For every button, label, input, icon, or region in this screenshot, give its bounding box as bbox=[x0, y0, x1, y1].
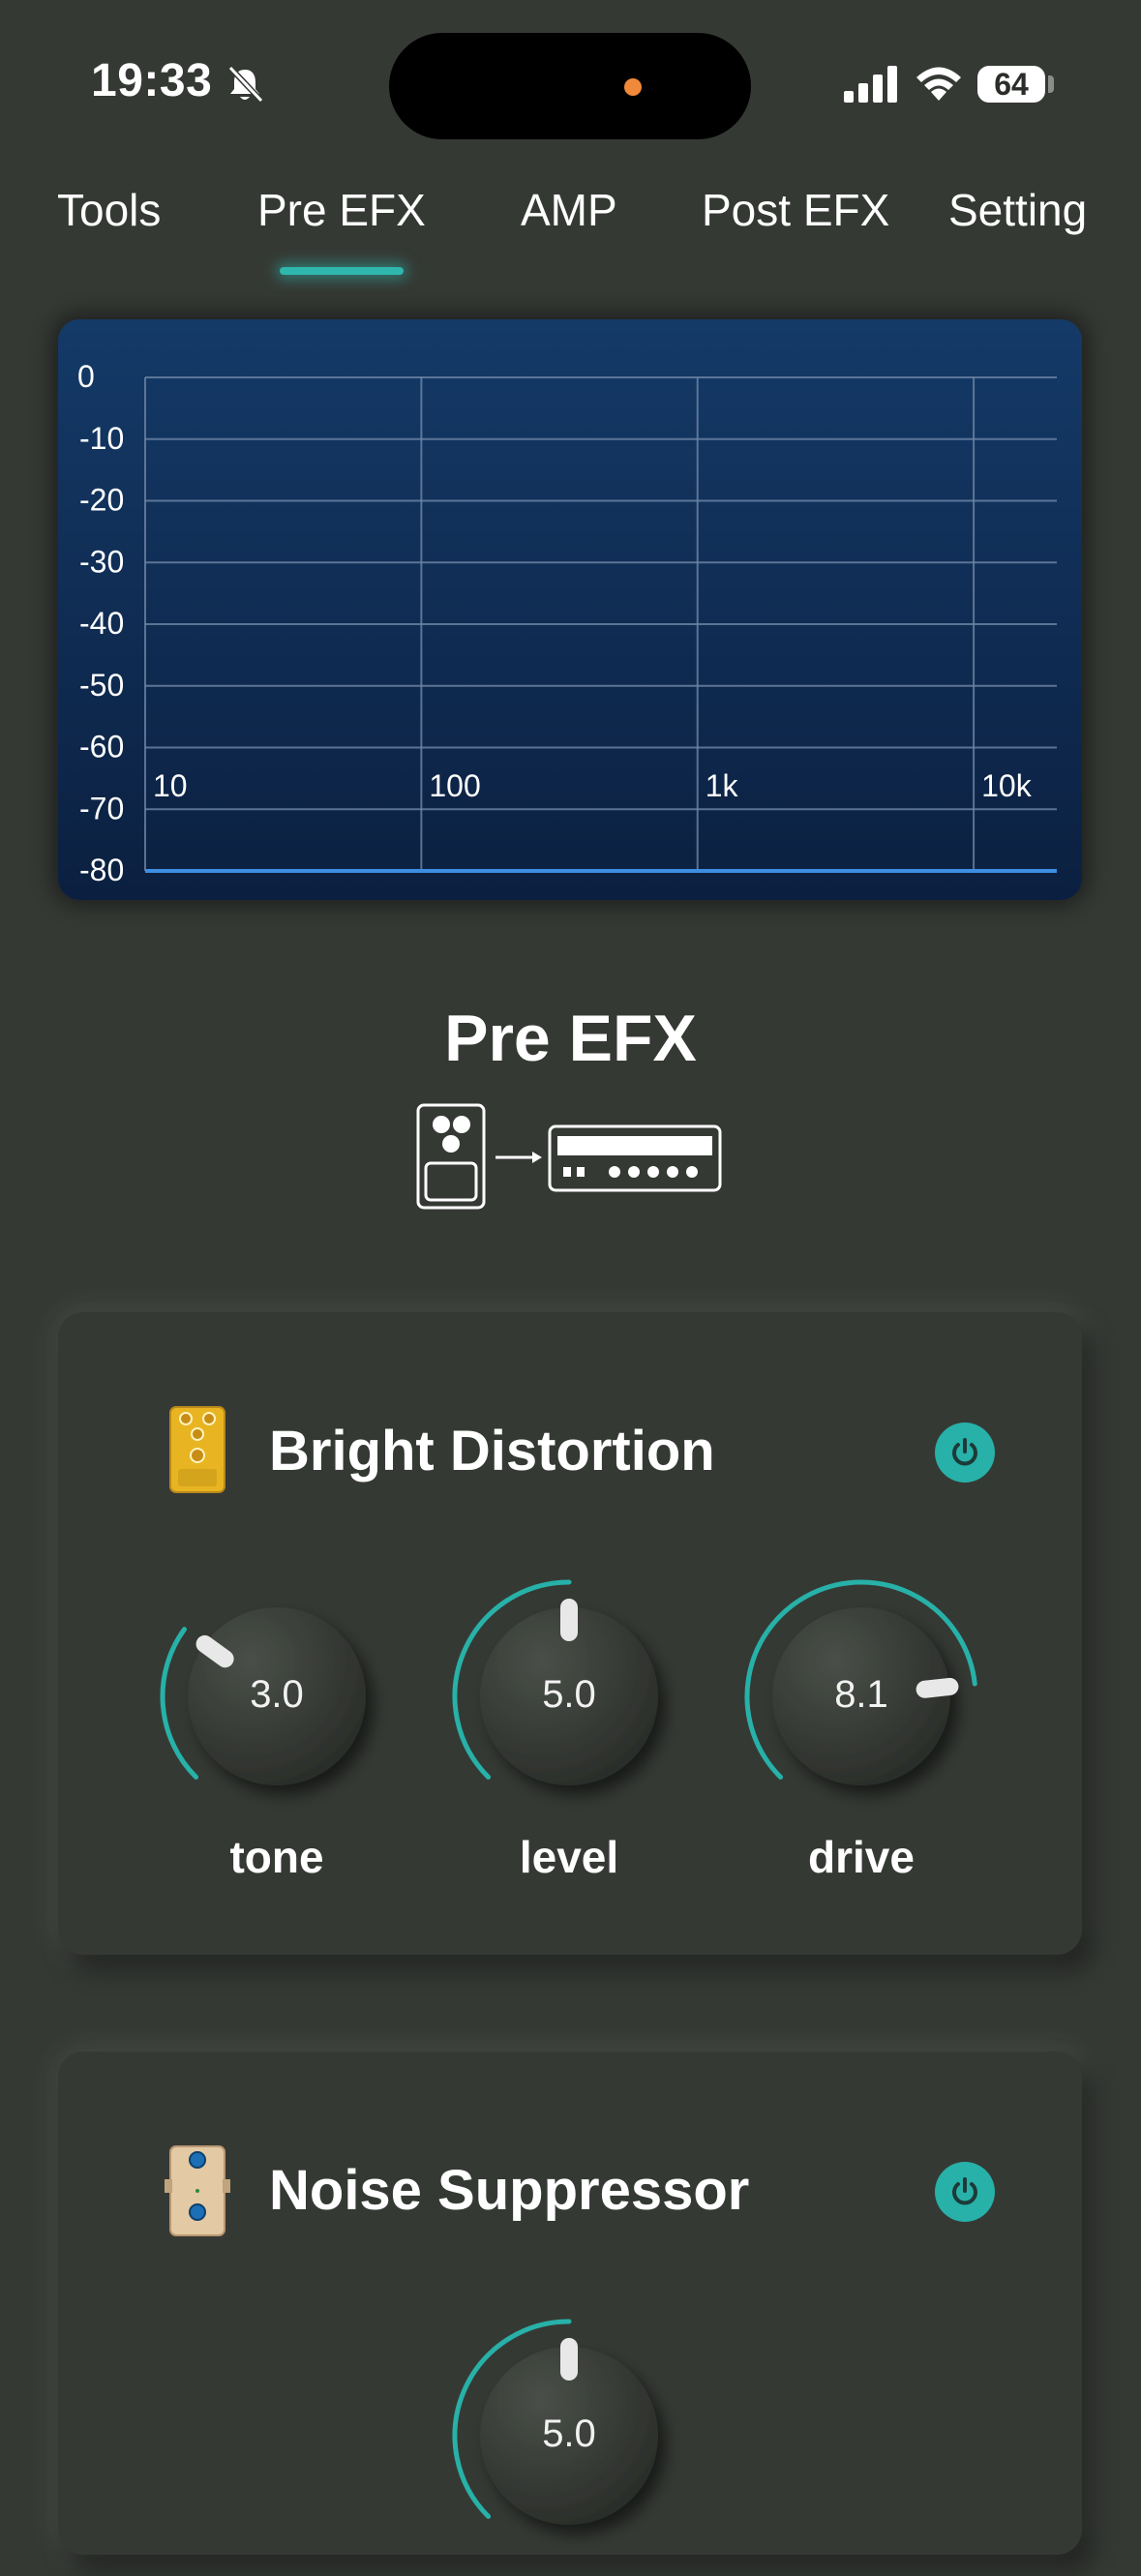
power-icon bbox=[952, 1438, 977, 1466]
y-tick-label: 0 bbox=[77, 359, 95, 394]
knob-value: 5.0 bbox=[542, 1673, 596, 1716]
wifi-icon bbox=[914, 62, 964, 107]
signal-bars-icon bbox=[844, 66, 898, 107]
beige-pedal-icon bbox=[163, 2144, 232, 2242]
effect-card-noise-suppressor: Noise Suppressor 5.0 bbox=[58, 2052, 1082, 2555]
effect-name: Noise Suppressor bbox=[269, 2159, 750, 2222]
x-tick-label: 1k bbox=[706, 768, 739, 803]
active-tab-indicator bbox=[280, 267, 404, 275]
knob-pointer bbox=[195, 1634, 234, 1668]
chart-svg: 0 -10 -20 -30 -40 -50 -60 -70 -80 10 100 1k 10k bbox=[77, 359, 1057, 887]
dynamic-island bbox=[389, 33, 751, 139]
x-tick-label: 10k bbox=[981, 768, 1033, 803]
arrow-right-icon bbox=[495, 1152, 542, 1163]
knob-value: 8.1 bbox=[834, 1673, 888, 1716]
y-tick-label: -30 bbox=[79, 544, 124, 579]
battery-tip bbox=[1048, 75, 1054, 93]
y-tick-label: -40 bbox=[79, 606, 124, 641]
x-tick-label: 10 bbox=[153, 768, 188, 803]
knob-label-level: level bbox=[519, 1832, 619, 1882]
knob-label-drive: drive bbox=[808, 1832, 915, 1882]
yellow-pedal-icon bbox=[166, 1405, 228, 1499]
amp-head-icon bbox=[548, 1124, 722, 1192]
tab-amp[interactable]: AMP bbox=[521, 184, 617, 236]
y-tick-label: -80 bbox=[79, 853, 124, 887]
signal-chain-diagram bbox=[416, 1103, 726, 1216]
knob-drive[interactable]: 8.1 bbox=[726, 1561, 997, 1837]
tab-post-efx[interactable]: Post EFX bbox=[702, 184, 889, 236]
status-time: 19:33 bbox=[91, 55, 213, 106]
eq-response-chart: 0 -10 -20 -30 -40 -50 -60 -70 -80 10 100 1k 10k bbox=[58, 319, 1082, 900]
knob-tone[interactable]: 3.0 bbox=[141, 1561, 412, 1837]
power-toggle-button[interactable] bbox=[935, 1423, 995, 1483]
knob-threshold[interactable]: 5.0 bbox=[434, 2300, 705, 2576]
tab-pre-efx[interactable]: Pre EFX bbox=[257, 184, 426, 236]
x-tick-label: 100 bbox=[429, 768, 480, 803]
tab-tools[interactable]: Tools bbox=[57, 184, 161, 236]
knob-value: 3.0 bbox=[250, 1673, 304, 1716]
power-icon bbox=[952, 2177, 977, 2205]
y-tick-label: -20 bbox=[79, 483, 124, 518]
privacy-indicator-dot bbox=[624, 78, 642, 96]
knob-value: 5.0 bbox=[542, 2412, 596, 2455]
bell-slash-icon bbox=[225, 64, 265, 109]
knob-label-tone: tone bbox=[229, 1832, 324, 1882]
effect-name: Bright Distortion bbox=[269, 1420, 715, 1483]
y-tick-label: -70 bbox=[79, 791, 124, 825]
effect-card-bright-distortion: Bright Distortion tone level drive 3.0 5.… bbox=[58, 1312, 1082, 1955]
y-tick-label: -10 bbox=[79, 421, 124, 456]
battery-icon: 64 bbox=[977, 66, 1045, 103]
knob-level[interactable]: 5.0 bbox=[434, 1561, 705, 1837]
pedal-icon bbox=[416, 1103, 486, 1210]
section-title: Pre EFX bbox=[444, 1002, 697, 1075]
y-tick-label: -50 bbox=[79, 668, 124, 703]
tab-setting[interactable]: Setting bbox=[948, 184, 1087, 236]
power-toggle-button[interactable] bbox=[935, 2162, 995, 2222]
y-tick-label: -60 bbox=[79, 730, 124, 764]
battery-level: 64 bbox=[994, 66, 1029, 102]
